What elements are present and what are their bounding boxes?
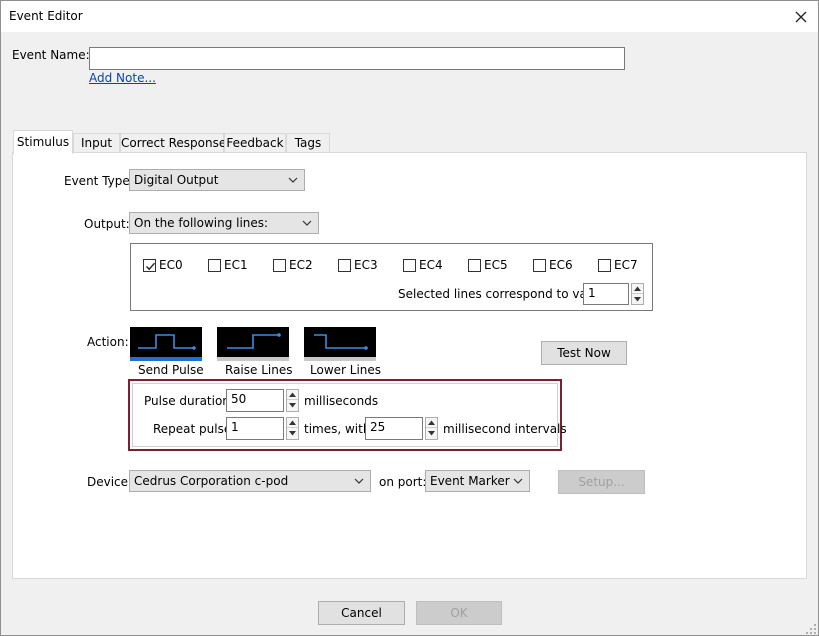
- output-value: On the following lines:: [134, 216, 269, 230]
- interval-unit-label: millisecond intervals: [443, 422, 567, 436]
- pulse-duration-unit: milliseconds: [304, 394, 379, 408]
- raise-lines-button[interactable]: [217, 327, 289, 357]
- selected-lines-value-input[interactable]: 1: [583, 283, 629, 305]
- line-label: EC4: [419, 258, 443, 272]
- device-select[interactable]: Cedrus Corporation c-pod: [129, 470, 371, 492]
- setup-button[interactable]: Setup...: [558, 470, 645, 494]
- repeat-pulse-label: Repeat pulse:: [153, 422, 236, 436]
- port-select[interactable]: Event Marker: [425, 470, 530, 492]
- raise-lines-icon: [227, 333, 281, 349]
- checkbox[interactable]: [468, 258, 481, 272]
- output-label: Output:: [84, 217, 130, 231]
- cancel-button[interactable]: Cancel: [318, 601, 405, 625]
- chevron-down-icon: [288, 173, 298, 187]
- title-bar: Event Editor: [1, 1, 818, 32]
- tab-tags[interactable]: Tags: [286, 133, 330, 153]
- line-label: EC0: [159, 258, 183, 272]
- close-button[interactable]: [784, 1, 818, 32]
- ok-button[interactable]: OK: [416, 601, 502, 625]
- spin-up-icon[interactable]: [632, 284, 643, 294]
- event-editor-window: Event Editor Event Name: Add Note... Sti…: [0, 0, 819, 636]
- test-now-button[interactable]: Test Now: [541, 341, 627, 365]
- repeat-pulse-input[interactable]: 1: [226, 417, 284, 440]
- pulse-interval-spinner[interactable]: [425, 417, 438, 440]
- line-label: EC2: [289, 258, 313, 272]
- raise-lines-bar: [217, 357, 289, 361]
- lower-lines-button[interactable]: [304, 327, 376, 357]
- spin-up-icon[interactable]: [287, 418, 298, 428]
- tab-correct-response[interactable]: Correct Response: [120, 133, 226, 153]
- output-lines-group: EC0 EC1 EC2 EC3 EC4 EC5 EC6 EC7 Selected…: [130, 243, 653, 311]
- device-value: Cedrus Corporation c-pod: [134, 474, 289, 488]
- spin-down-icon[interactable]: [426, 428, 437, 438]
- line-label: EC3: [354, 258, 378, 272]
- send-pulse-selected-bar: [130, 357, 202, 361]
- chevron-down-icon: [354, 474, 364, 488]
- event-type-value: Digital Output: [134, 173, 219, 187]
- port-value: Event Marker: [430, 474, 510, 488]
- pulse-duration-spinner[interactable]: [286, 389, 299, 412]
- line-checkbox-ec2[interactable]: EC2: [273, 257, 313, 273]
- line-label: EC1: [224, 258, 248, 272]
- line-checkbox-ec3[interactable]: EC3: [338, 257, 378, 273]
- event-name-label: Event Name:: [12, 48, 90, 62]
- checkbox[interactable]: [338, 258, 351, 272]
- line-label: EC6: [549, 258, 573, 272]
- spin-up-icon[interactable]: [287, 390, 298, 400]
- event-name-input[interactable]: [89, 47, 625, 70]
- raise-lines-label: Raise Lines: [225, 363, 293, 377]
- pulse-interval-input[interactable]: 25: [365, 417, 423, 440]
- send-pulse-label: Send Pulse: [138, 363, 204, 377]
- tab-stimulus[interactable]: Stimulus: [13, 130, 73, 154]
- line-checkbox-ec0[interactable]: EC0: [143, 257, 183, 273]
- lower-lines-label: Lower Lines: [310, 363, 382, 377]
- line-label: EC7: [614, 258, 638, 272]
- event-type-label: Event Type:: [64, 174, 134, 188]
- checkbox[interactable]: [208, 258, 221, 272]
- chevron-down-icon: [513, 474, 523, 488]
- checkbox[interactable]: [533, 258, 546, 272]
- selected-lines-label: Selected lines correspond to value: [398, 287, 606, 301]
- spin-up-icon[interactable]: [426, 418, 437, 428]
- checkbox[interactable]: [403, 258, 416, 272]
- lower-lines-bar: [304, 357, 376, 361]
- send-pulse-icon: [138, 334, 196, 350]
- line-checkbox-ec5[interactable]: EC5: [468, 257, 508, 273]
- line-checkbox-ec6[interactable]: EC6: [533, 257, 573, 273]
- spin-down-icon[interactable]: [632, 294, 643, 304]
- close-icon: [795, 11, 807, 22]
- chevron-down-icon: [302, 216, 312, 230]
- pulse-settings-group: [132, 383, 558, 447]
- pulse-duration-input[interactable]: 50: [226, 389, 284, 412]
- action-label: Action:: [87, 335, 129, 349]
- device-label: Device:: [87, 475, 133, 489]
- checkmark-icon: [146, 262, 156, 270]
- port-label: on port:: [379, 475, 427, 489]
- pulse-duration-label: Pulse duration:: [144, 394, 234, 408]
- line-checkbox-ec4[interactable]: EC4: [403, 257, 443, 273]
- checkbox[interactable]: [598, 258, 611, 272]
- spin-down-icon[interactable]: [287, 428, 298, 438]
- window-title: Event Editor: [9, 9, 83, 23]
- tab-feedback[interactable]: Feedback: [224, 133, 286, 153]
- tab-input[interactable]: Input: [73, 133, 120, 153]
- repeat-pulse-spinner[interactable]: [286, 417, 299, 440]
- add-note-link[interactable]: Add Note...: [89, 71, 156, 85]
- selected-lines-spinner[interactable]: [631, 283, 644, 305]
- output-select[interactable]: On the following lines:: [129, 212, 319, 234]
- event-type-select[interactable]: Digital Output: [129, 169, 305, 191]
- checkbox[interactable]: [273, 258, 286, 272]
- line-checkbox-ec7[interactable]: EC7: [598, 257, 638, 273]
- checkbox[interactable]: [143, 258, 156, 272]
- line-checkbox-ec1[interactable]: EC1: [208, 257, 248, 273]
- resize-grip-icon[interactable]: [805, 623, 817, 635]
- line-label: EC5: [484, 258, 508, 272]
- spin-down-icon[interactable]: [287, 400, 298, 410]
- lower-lines-icon: [314, 334, 368, 350]
- times-with-label: times, with: [304, 422, 371, 436]
- send-pulse-button[interactable]: [130, 327, 202, 357]
